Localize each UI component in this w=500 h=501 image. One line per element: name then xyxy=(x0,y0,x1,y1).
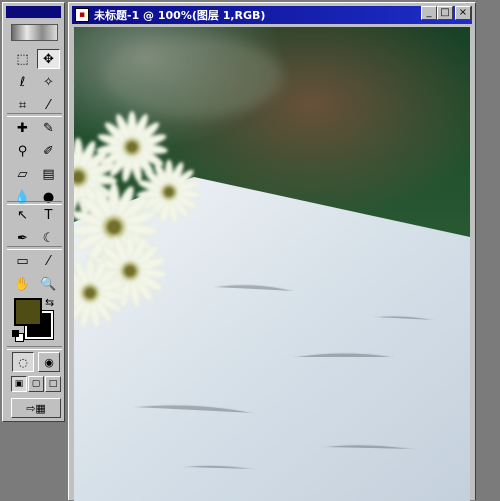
toolbox-divider xyxy=(7,201,62,205)
type-tool-button[interactable]: T xyxy=(37,205,60,225)
history-brush-tool-button[interactable]: ✐ xyxy=(37,141,60,161)
path-select-icon: ↖ xyxy=(17,207,28,223)
toolbox-divider xyxy=(7,346,62,350)
custom-shape-icon: ☾ xyxy=(42,230,55,246)
daisy-photo xyxy=(74,27,470,501)
swap-arrow-icon[interactable]: ⇆ xyxy=(45,297,57,309)
standard-mode-icon: ◌ xyxy=(18,355,28,369)
brush-icon: ✎ xyxy=(43,120,54,136)
screen-mode-icon: □ xyxy=(48,379,58,389)
crop-tool-button[interactable]: ⌗ xyxy=(11,95,34,115)
eyedropper-slice-tool-button[interactable]: ⁄ xyxy=(37,95,60,115)
minimize-button[interactable]: _ xyxy=(421,6,437,20)
eraser-tool-button[interactable]: ▱ xyxy=(11,164,34,184)
default-colors-icon[interactable] xyxy=(12,330,24,342)
standard-mode-button[interactable]: ◌ xyxy=(12,352,34,372)
toolbox-divider xyxy=(7,246,62,250)
document-window: ▪ 未标题-1 @ 100%(图层 1,RGB) _ □ × xyxy=(68,2,476,501)
toolbox-divider xyxy=(7,113,62,117)
document-title: 未标题-1 @ 100%(图层 1,RGB) xyxy=(94,9,266,22)
history-brush-icon: ✐ xyxy=(43,143,54,159)
gradient-tool-button[interactable]: ▤ xyxy=(37,164,60,184)
healing-brush-icon: ✚ xyxy=(17,120,28,136)
clone-stamp-tool-button[interactable]: ⚲ xyxy=(11,141,34,161)
healing-brush-tool-button[interactable]: ✚ xyxy=(11,118,34,138)
close-button[interactable]: × xyxy=(455,6,471,20)
hand-icon: ✋ xyxy=(14,276,31,292)
notes-icon: ▭ xyxy=(16,253,29,269)
document-title-bar[interactable]: ▪ 未标题-1 @ 100%(图层 1,RGB) xyxy=(72,6,472,24)
photoshop-document-icon[interactable]: ▪ xyxy=(75,8,89,22)
rect-marquee-icon: ⬚ xyxy=(16,51,29,67)
move-tool-button[interactable]: ✥ xyxy=(37,49,60,69)
rect-marquee-tool-button[interactable]: ⬚ xyxy=(11,49,34,69)
jump-to-imageready-button[interactable]: ⇨▦ xyxy=(11,398,61,418)
toolbox-title-bar[interactable] xyxy=(6,6,61,18)
eyedropper-tool-button[interactable]: ⁄ xyxy=(37,251,60,271)
hand-tool-button[interactable]: ✋ xyxy=(11,274,34,294)
screen-mode-icon: ▣ xyxy=(14,379,24,389)
move-icon: ✥ xyxy=(43,51,54,67)
type-icon: T xyxy=(44,207,53,223)
magic-wand-icon: ✧ xyxy=(43,74,54,90)
full-screen-mode-button[interactable]: □ xyxy=(45,376,61,392)
magic-wand-tool-button[interactable]: ✧ xyxy=(37,72,60,92)
imageready-icon: ⇨▦ xyxy=(26,401,46,415)
zoom-tool-button[interactable]: 🔍 xyxy=(37,274,60,294)
notes-tool-button[interactable]: ▭ xyxy=(11,251,34,271)
lasso-tool-button[interactable]: ℓ xyxy=(11,72,34,92)
image-canvas[interactable] xyxy=(74,27,470,501)
gradient-icon: ▤ xyxy=(42,166,55,182)
custom-shape-tool-button[interactable]: ☾ xyxy=(37,228,60,248)
foreground-color-swatch[interactable] xyxy=(14,298,42,326)
pen-icon: ✒ xyxy=(17,230,28,246)
eraser-icon: ▱ xyxy=(17,166,28,182)
screen-mode-icon: ▢ xyxy=(31,379,41,389)
quick-mask-icon: ◉ xyxy=(44,355,54,369)
crop-icon: ⌗ xyxy=(18,97,27,113)
brush-tool-button[interactable]: ✎ xyxy=(37,118,60,138)
clone-stamp-icon: ⚲ xyxy=(17,143,28,159)
eyedropper-slice-icon: ⁄ xyxy=(47,97,50,113)
path-select-tool-button[interactable]: ↖ xyxy=(11,205,34,225)
zoom-icon: 🔍 xyxy=(40,276,57,292)
lasso-icon: ℓ xyxy=(19,74,26,90)
pen-tool-button[interactable]: ✒ xyxy=(11,228,34,248)
full-screen-menu-mode-button[interactable]: ▢ xyxy=(28,376,44,392)
maximize-button[interactable]: □ xyxy=(437,6,453,20)
quick-mask-button[interactable]: ◉ xyxy=(38,352,60,372)
standard-screen-mode-button[interactable]: ▣ xyxy=(11,376,27,392)
adobe-online-logo-button[interactable] xyxy=(11,24,58,41)
eyedropper-icon: ⁄ xyxy=(47,253,50,269)
toolbox-palette: ⬚ ✥ ℓ ✧ ⌗ ⁄ ✚ ✎ ⚲ ✐ ▱ ▤ 💧 ● ↖ T ✒ ☾ ▭ ⁄ ✋ 🔍 ⇆ ◌ ◉ ▣ ▢ □ ⇨▦ xyxy=(2,2,65,422)
